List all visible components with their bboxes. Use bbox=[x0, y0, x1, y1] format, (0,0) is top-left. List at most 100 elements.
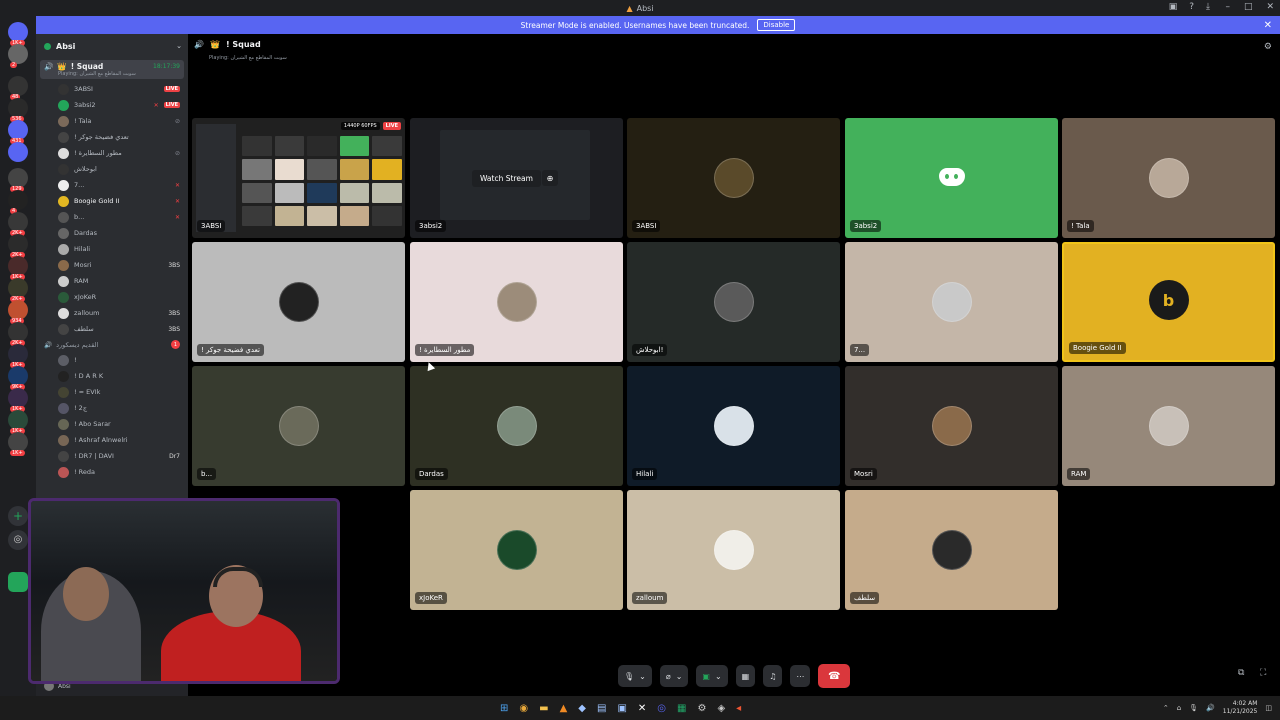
server-icon[interactable]: 48 bbox=[8, 76, 28, 100]
chevron-down-icon[interactable]: ⌄ bbox=[676, 672, 683, 681]
disable-streamer-mode-button[interactable]: Disable bbox=[757, 19, 796, 31]
camera-toggle-button[interactable]: ⌀ ⌄ bbox=[659, 665, 689, 687]
voice-user[interactable]: سلطف 3BS bbox=[36, 321, 188, 337]
more-options-button[interactable]: ⋯ bbox=[790, 665, 811, 687]
screen-share-button[interactable]: ▣ ⌄ bbox=[696, 665, 728, 687]
voice-user[interactable]: ! Tala ⊘ bbox=[36, 113, 188, 129]
capcut-icon[interactable]: ✕ bbox=[638, 703, 646, 714]
help-icon[interactable]: ? bbox=[1189, 2, 1194, 12]
participant-tile[interactable]: 3absi2 bbox=[845, 118, 1058, 238]
participant-tile[interactable]: ابوحلاش! bbox=[627, 242, 840, 362]
explore-icon[interactable]: ◎ bbox=[8, 530, 28, 550]
server-header[interactable]: Absi ⌄ bbox=[36, 34, 188, 58]
voice-user[interactable]: ! Ashraf Alnwelri bbox=[36, 432, 188, 448]
server-icon[interactable]: 9K+ bbox=[8, 366, 28, 390]
chevron-down-icon[interactable]: ⌄ bbox=[715, 672, 722, 681]
participant-tile[interactable]: Hilali bbox=[627, 366, 840, 486]
vlc-icon[interactable]: ▲ bbox=[560, 703, 568, 714]
server-icon[interactable]: 1K+ bbox=[8, 256, 28, 280]
windows-start-icon[interactable]: ⊞ bbox=[500, 703, 508, 714]
voice-user[interactable]: Mosri 3BS bbox=[36, 257, 188, 273]
voice-user[interactable]: ! تعدي فضيحة جوكر bbox=[36, 129, 188, 145]
app-icon[interactable]: ◆ bbox=[578, 703, 586, 714]
watch-stream-options-icon[interactable]: ⊕ bbox=[542, 170, 558, 186]
voice-user[interactable]: ! مطور السطايرة ⊘ bbox=[36, 145, 188, 161]
settings-icon[interactable]: ⚙ bbox=[697, 703, 706, 714]
mic-tray-icon[interactable]: 🎙 bbox=[1189, 704, 1198, 712]
participant-tile[interactable]: ! Tala bbox=[1062, 118, 1275, 238]
voice-user[interactable]: ! Reda bbox=[36, 464, 188, 480]
server-icon[interactable]: 2 bbox=[8, 44, 28, 68]
excel-icon[interactable]: ▦ bbox=[677, 703, 686, 714]
close-window-button[interactable]: ✕ bbox=[1266, 2, 1274, 12]
server-icon[interactable] bbox=[8, 142, 28, 162]
mic-toggle-button[interactable]: 🎙 ⌄ bbox=[618, 665, 652, 687]
voice-user[interactable]: ! bbox=[36, 352, 188, 368]
participant-tile[interactable]: RAM bbox=[1062, 366, 1275, 486]
voice-user[interactable]: Hilali bbox=[36, 241, 188, 257]
chrome-icon[interactable]: ◉ bbox=[519, 703, 528, 714]
voice-user[interactable]: ! D A R K bbox=[36, 368, 188, 384]
steam-icon[interactable]: ◈ bbox=[717, 703, 725, 714]
file-explorer-icon[interactable]: ▬ bbox=[539, 703, 548, 714]
voice-user[interactable]: 3ABSI LIVE bbox=[36, 81, 188, 97]
server-icon[interactable]: 1K+ bbox=[8, 388, 28, 412]
participant-tile[interactable]: zalloum bbox=[627, 490, 840, 610]
server-icon[interactable]: 2K+ bbox=[8, 234, 28, 258]
download-icon[interactable]: ⤓ bbox=[1206, 2, 1210, 12]
server-icon[interactable]: 2K+ bbox=[8, 212, 28, 236]
voice-user[interactable]: xJoKeR bbox=[36, 289, 188, 305]
chevron-up-icon[interactable]: ⌃ bbox=[1163, 704, 1169, 712]
server-icon[interactable]: 536 bbox=[8, 98, 28, 122]
server-icon[interactable]: 1K+ bbox=[8, 410, 28, 434]
notepad-icon[interactable]: ▤ bbox=[597, 703, 606, 714]
participant-tile[interactable]: سلطف bbox=[845, 490, 1058, 610]
network-icon[interactable]: ⌂ bbox=[1177, 704, 1181, 712]
participant-tile[interactable]: 7... bbox=[845, 242, 1058, 362]
maximize-button[interactable]: □ bbox=[1244, 2, 1253, 12]
server-icon[interactable]: 934 bbox=[8, 300, 28, 324]
participant-tile[interactable]: xJoKeR bbox=[410, 490, 623, 610]
voice-user[interactable]: Dardas bbox=[36, 225, 188, 241]
server-icon[interactable]: 431 bbox=[8, 120, 28, 144]
server-icon[interactable]: 2K+ bbox=[8, 278, 28, 302]
notification-icon[interactable]: ◫ bbox=[1265, 704, 1272, 712]
app-icon[interactable]: ▣ bbox=[617, 703, 626, 714]
add-server-icon[interactable]: + bbox=[8, 506, 28, 526]
server-icon[interactable]: 1K+ bbox=[8, 344, 28, 368]
voice-user[interactable]: ! 2ج bbox=[36, 400, 188, 416]
voice-user[interactable]: Boogie Gold II ✕ bbox=[36, 193, 188, 209]
soundboard-button[interactable]: ♫ bbox=[763, 665, 783, 687]
participant-tile[interactable]: b... bbox=[192, 366, 405, 486]
watch-stream-button[interactable]: Watch Stream bbox=[472, 170, 541, 187]
voice-user[interactable]: ابوحلاش bbox=[36, 161, 188, 177]
banner-close-icon[interactable]: ✕ bbox=[1264, 20, 1272, 31]
voice-user[interactable]: 3absi2 ✕ LIVE bbox=[36, 97, 188, 113]
voice-user[interactable]: ! DR7 | DAVI Dr7 bbox=[36, 448, 188, 464]
participant-tile[interactable]: 1440P 60FPS LIVE 3ABSI bbox=[192, 118, 405, 238]
activities-button[interactable]: ▦ bbox=[735, 665, 756, 687]
voice-user[interactable]: 7... ✕ bbox=[36, 177, 188, 193]
dm-home-icon[interactable]: 1K+ bbox=[8, 22, 28, 46]
server-icon[interactable]: 4 bbox=[8, 190, 28, 214]
minimize-button[interactable]: – bbox=[1225, 2, 1230, 12]
voice-channel-second[interactable]: 🔊 القديم ديسكورد 1 bbox=[36, 337, 188, 352]
system-clock[interactable]: 4:02 AM 11/21/2025 bbox=[1223, 700, 1258, 716]
participant-tile[interactable]: 3ABSI bbox=[627, 118, 840, 238]
participant-tile[interactable]: ! مطور السطايرة bbox=[410, 242, 623, 362]
chevron-down-icon[interactable]: ⌄ bbox=[639, 672, 646, 681]
voice-user[interactable]: ! Abo Sarar bbox=[36, 416, 188, 432]
activity-icon[interactable]: ⚙ bbox=[1264, 42, 1272, 52]
disconnect-button[interactable]: ☎ bbox=[818, 664, 851, 688]
obs-icon[interactable]: ◂ bbox=[736, 703, 741, 714]
inbox-icon[interactable]: ▣ bbox=[1169, 2, 1178, 12]
participant-tile[interactable]: b Boogie Gold II bbox=[1062, 242, 1275, 362]
voice-user[interactable]: ! ≈ EVIk bbox=[36, 384, 188, 400]
participant-tile[interactable]: Mosri bbox=[845, 366, 1058, 486]
participant-tile[interactable]: Watch Stream ⊕ 3absi2 bbox=[410, 118, 623, 238]
server-icon[interactable]: 1K+ bbox=[8, 432, 28, 456]
participant-tile[interactable]: Dardas bbox=[410, 366, 623, 486]
participant-tile[interactable]: ! تعدي فضيحة جوكر bbox=[192, 242, 405, 362]
voice-channel-active[interactable]: 🔊 👑! Squad 18:17:39 Playing: سوبت المقاطع… bbox=[40, 60, 184, 79]
volume-icon[interactable]: 🔊 bbox=[1206, 704, 1215, 712]
